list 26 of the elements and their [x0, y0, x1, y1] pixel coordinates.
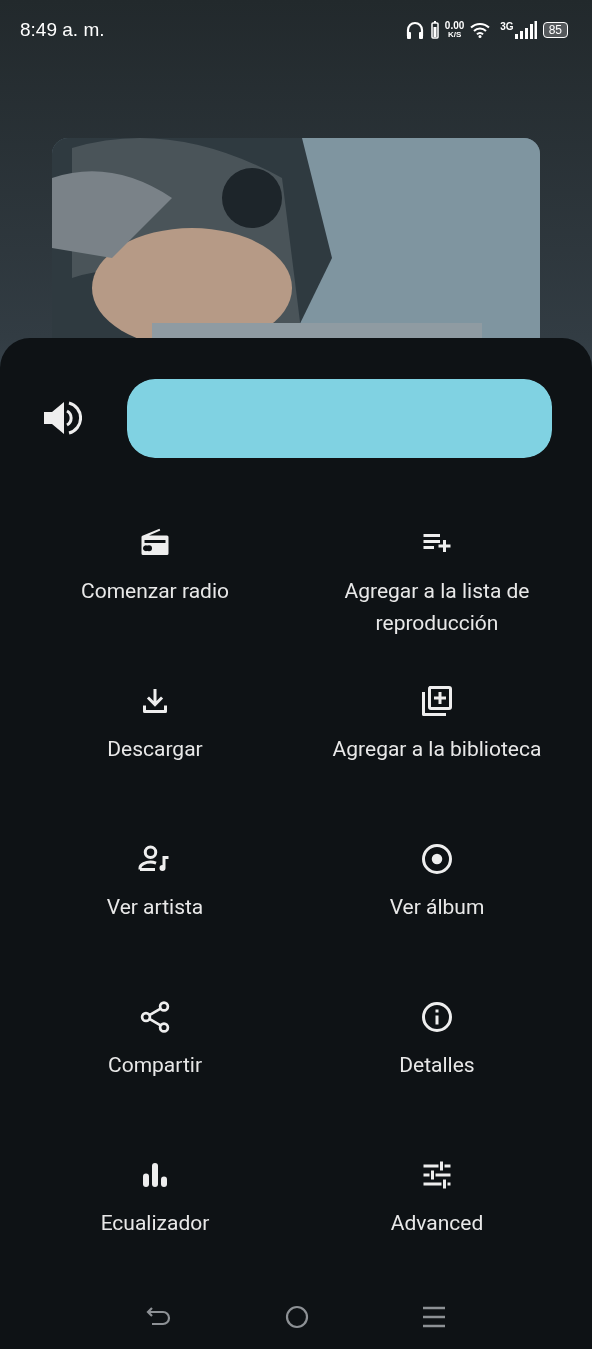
battery-indicator: 85: [542, 22, 568, 38]
battery-saver-icon: [430, 21, 439, 39]
action-button[interactable]: Agregar a la lista de reproducción: [296, 494, 578, 652]
headphones-icon: [404, 20, 425, 40]
action-button[interactable]: Compartir: [14, 968, 296, 1126]
action-button[interactable]: Ecualizador: [14, 1126, 296, 1284]
disc-icon: [419, 841, 455, 877]
status-time: 8:49 a. m.: [20, 19, 105, 41]
menu-button[interactable]: [421, 1305, 446, 1328]
network-type: 3G: [500, 21, 514, 32]
network-speed-unit: K/S: [447, 31, 462, 39]
action-button[interactable]: Advanced: [296, 1126, 578, 1284]
action-button[interactable]: Detalles: [296, 968, 578, 1126]
volume-icon[interactable]: [44, 400, 82, 436]
action-button[interactable]: Comenzar radio: [14, 494, 296, 652]
add-to-library-icon: [419, 683, 455, 719]
network-speed: 0.00: [444, 21, 465, 31]
signal-icon: [514, 21, 537, 39]
action-button[interactable]: Ver artista: [14, 810, 296, 968]
wifi-icon: [470, 22, 491, 38]
action-button[interactable]: Descargar: [14, 652, 296, 810]
action-button[interactable]: Ver álbum: [296, 810, 578, 968]
home-button[interactable]: [285, 1304, 309, 1329]
info-icon: [419, 999, 455, 1035]
volume-slider[interactable]: [127, 378, 552, 458]
action-button[interactable]: Agregar a la biblioteca: [296, 652, 578, 810]
